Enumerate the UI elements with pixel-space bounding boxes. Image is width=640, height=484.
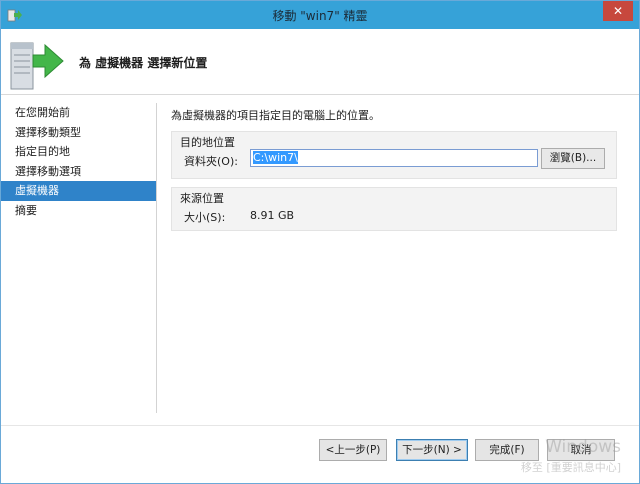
title-bar[interactable]: 移動 "win7" 精靈 ✕ (1, 1, 639, 29)
nav-item-move-options[interactable]: 選擇移動選項 (1, 162, 156, 182)
next-button[interactable]: 下一步(N) > (396, 439, 468, 461)
close-button[interactable]: ✕ (603, 1, 633, 21)
server-migrate-icon (10, 42, 64, 90)
source-group-label: 來源位置 (180, 192, 224, 205)
size-label: 大小(S): (184, 211, 226, 224)
folder-label: 資料夾(O): (184, 155, 238, 168)
nav-item-virtual-machine[interactable]: 虛擬機器 (1, 181, 156, 201)
previous-button[interactable]: <上一步(P) (319, 439, 387, 461)
nav-item-move-type[interactable]: 選擇移動類型 (1, 123, 156, 143)
nav-item-destination[interactable]: 指定目的地 (1, 142, 156, 162)
nav-divider (156, 103, 157, 413)
browse-button[interactable]: 瀏覽(B)... (541, 148, 605, 169)
watermark-bottom: 移至 [重要訊息中心] (520, 461, 621, 474)
window-title: 移動 "win7" 精靈 (272, 9, 368, 23)
wizard-header: 為 虛擬機器 選擇新位置 (1, 29, 639, 95)
footer-divider (1, 425, 639, 426)
destination-group: 目的地位置 資料夾(O): C:\win7\ 瀏覽(B)... (171, 131, 617, 179)
nav-item-before-you-begin[interactable]: 在您開始前 (1, 103, 156, 123)
page-title: 為 虛擬機器 選擇新位置 (79, 56, 208, 70)
destination-group-label: 目的地位置 (180, 136, 235, 149)
folder-input[interactable]: C:\win7\ (250, 149, 538, 167)
instruction-text: 為虛擬機器的項目指定目的電腦上的位置。 (171, 109, 380, 122)
size-value: 8.91 GB (250, 209, 295, 222)
folder-input-value[interactable]: C:\win7\ (253, 151, 298, 164)
source-group: 來源位置 大小(S): 8.91 GB (171, 187, 617, 231)
wizard-steps: 在您開始前 選擇移動類型 指定目的地 選擇移動選項 虛擬機器 摘要 (1, 103, 156, 220)
wizard-window: 移動 "win7" 精靈 ✕ 為 虛擬機器 選擇新位置 在您開始前 選擇移動類型… (0, 0, 640, 484)
nav-item-summary[interactable]: 摘要 (1, 201, 156, 221)
watermark-top: Windows (545, 437, 621, 457)
activation-watermark: Windows 移至 [重要訊息中心] (471, 437, 621, 477)
